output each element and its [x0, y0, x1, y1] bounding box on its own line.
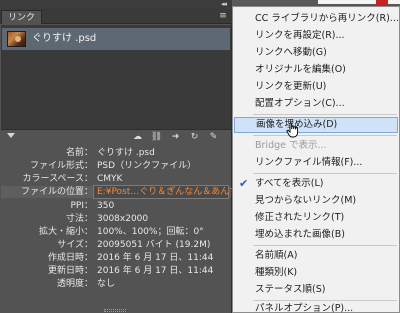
thumbnail-image: [7, 31, 26, 47]
menu-item-reveal-in-bridge: Bridge で表示...: [255, 140, 327, 151]
info-key: カラースペース：: [22, 174, 93, 184]
menu-item-label: すべてを表示(L): [255, 178, 324, 189]
list-item[interactable]: ぐりすけ .psd: [2, 28, 230, 50]
link-info-section: 名前： ぐりすけ .psd ファイル形式： PSD（リンクファイル） カラースペ…: [1, 145, 238, 307]
info-value: 2016 年 6 月 17 日、11:44: [97, 266, 214, 276]
file-location-value[interactable]: E:¥Post…ぐり＆ぎんなん＆あんず: [97, 186, 238, 198]
panel-resize-grip[interactable]: [104, 309, 126, 312]
info-row-size: サイズ： 20095051 バイト (19.2M): [1, 239, 231, 251]
info-key: PPI：: [70, 201, 93, 211]
menu-item-update-link[interactable]: リンクを更新(U): [233, 79, 399, 95]
menu-item-show-all[interactable]: ✔ すべてを表示(L): [233, 176, 399, 192]
menu-item-sort-by-kind[interactable]: 種類別(K): [233, 265, 399, 281]
menu-item-edit-original[interactable]: オリジナルを編集(O): [233, 62, 399, 78]
info-row-created: 作成日時： 2016 年 6 月 17 日、11:44: [1, 252, 231, 264]
edit-original-icon[interactable]: ✎: [207, 131, 220, 143]
menu-item-embed-image[interactable]: 画像を埋め込み(D): [234, 117, 398, 133]
menu-item-show-modified[interactable]: 修正されたリンク(T): [233, 210, 399, 226]
links-list[interactable]: ぐりすけ .psd: [1, 25, 231, 129]
info-key: 拡大・縮小：: [38, 227, 93, 237]
info-key: ファイルの位置：: [20, 187, 93, 197]
menu-separator: [253, 135, 397, 136]
link-name: ぐりすけ .psd: [32, 33, 97, 44]
info-value: 350: [97, 201, 115, 211]
go-to-link-icon[interactable]: ➜: [169, 131, 182, 143]
info-key: 更新日時：: [47, 266, 93, 276]
tab-links[interactable]: リンク: [1, 10, 43, 24]
info-row-location: ファイルの位置： E:¥Post…ぐり＆ぎんなん＆あんず: [1, 185, 238, 199]
checkmark-icon: ✔: [239, 177, 249, 190]
info-row-ppi: PPI： 350: [1, 200, 231, 212]
info-key: サイズ：: [57, 240, 93, 250]
info-key: 透明度：: [56, 279, 93, 289]
disclosure-triangle-icon[interactable]: [7, 133, 15, 138]
collapse-icon[interactable]: ◂◂: [221, 0, 227, 9]
update-link-icon[interactable]: ↻: [188, 131, 201, 143]
info-key: 寸法：: [65, 214, 93, 224]
info-key: ファイル形式：: [29, 161, 93, 171]
relink-icon[interactable]: ⛓: [150, 131, 163, 143]
links-toolbar: ☁ ⛓ ➜ ↻ ✎: [1, 129, 231, 144]
menu-item-relink-cc[interactable]: CC ライブラリから再リンク(R)...: [233, 11, 399, 27]
info-value: 2016 年 6 月 17 日、11:44: [97, 253, 214, 263]
info-row-format: ファイル形式： PSD（リンクファイル）: [1, 160, 231, 172]
menu-item-panel-options[interactable]: パネルオプション(P)...: [233, 301, 399, 313]
info-value: なし: [97, 279, 116, 289]
menu-separator: [253, 245, 397, 246]
info-row-scale: 拡大・縮小： 100%、100%；回転：0°: [1, 226, 231, 238]
menu-item-go-to-link[interactable]: リンクへ移動(G): [233, 45, 399, 61]
info-value: CMYK: [97, 174, 123, 184]
panel-menu-icon[interactable]: ≡: [217, 11, 229, 22]
links-panel-menu: CC ライブラリから再リンク(R)... リンクを再設定(R)... リンクへ移…: [232, 6, 400, 313]
info-row-modified: 更新日時： 2016 年 6 月 17 日、11:44: [1, 265, 231, 277]
info-value: 20095051 バイト (19.2M): [97, 240, 211, 250]
menu-item-show-embedded[interactable]: 埋め込まれた画像(B): [233, 227, 399, 243]
panel-tab-bar: リンク ≡: [0, 9, 232, 24]
info-value: ぐりすけ .psd: [97, 148, 155, 158]
info-value: 3008x2000: [97, 214, 149, 224]
panel-collapse-bar[interactable]: ◂◂: [0, 0, 232, 9]
info-row-name: 名前： ぐりすけ .psd: [1, 147, 231, 159]
info-row-colorspace: カラースペース： CMYK: [1, 173, 231, 185]
menu-item-show-missing[interactable]: 見つからないリンク(M): [233, 193, 399, 209]
menu-item-sort-by-name[interactable]: 名前順(A): [233, 248, 399, 264]
tab-label: リンク: [8, 13, 36, 23]
menu-separator: [253, 114, 397, 115]
info-value: 100%、100%；回転：0°: [97, 227, 204, 237]
info-row-dimensions: 寸法： 3008x2000: [1, 213, 231, 225]
menu-separator: [253, 173, 397, 174]
menu-item-placement-options[interactable]: 配置オプション(C)...: [233, 96, 399, 112]
creative-cloud-icon[interactable]: ☁: [131, 131, 144, 143]
info-key: 作成日時：: [47, 253, 93, 263]
links-panel: ◂◂ リンク ≡ ぐりすけ .psd ☁ ⛓ ➜ ↻ ✎ 名前： ぐりすけ .p…: [0, 0, 238, 313]
menu-item-sort-by-status[interactable]: ステータス順(S): [233, 282, 399, 298]
hand-cursor-icon: [286, 122, 299, 138]
menu-item-relink[interactable]: リンクを再設定(R)...: [233, 28, 399, 44]
menu-item-link-file-info[interactable]: リンクファイル情報(F)...: [233, 155, 399, 171]
info-key: 名前：: [65, 148, 93, 158]
info-row-transparency: 透明度： なし: [1, 278, 231, 290]
info-value: PSD（リンクファイル）: [97, 161, 197, 171]
